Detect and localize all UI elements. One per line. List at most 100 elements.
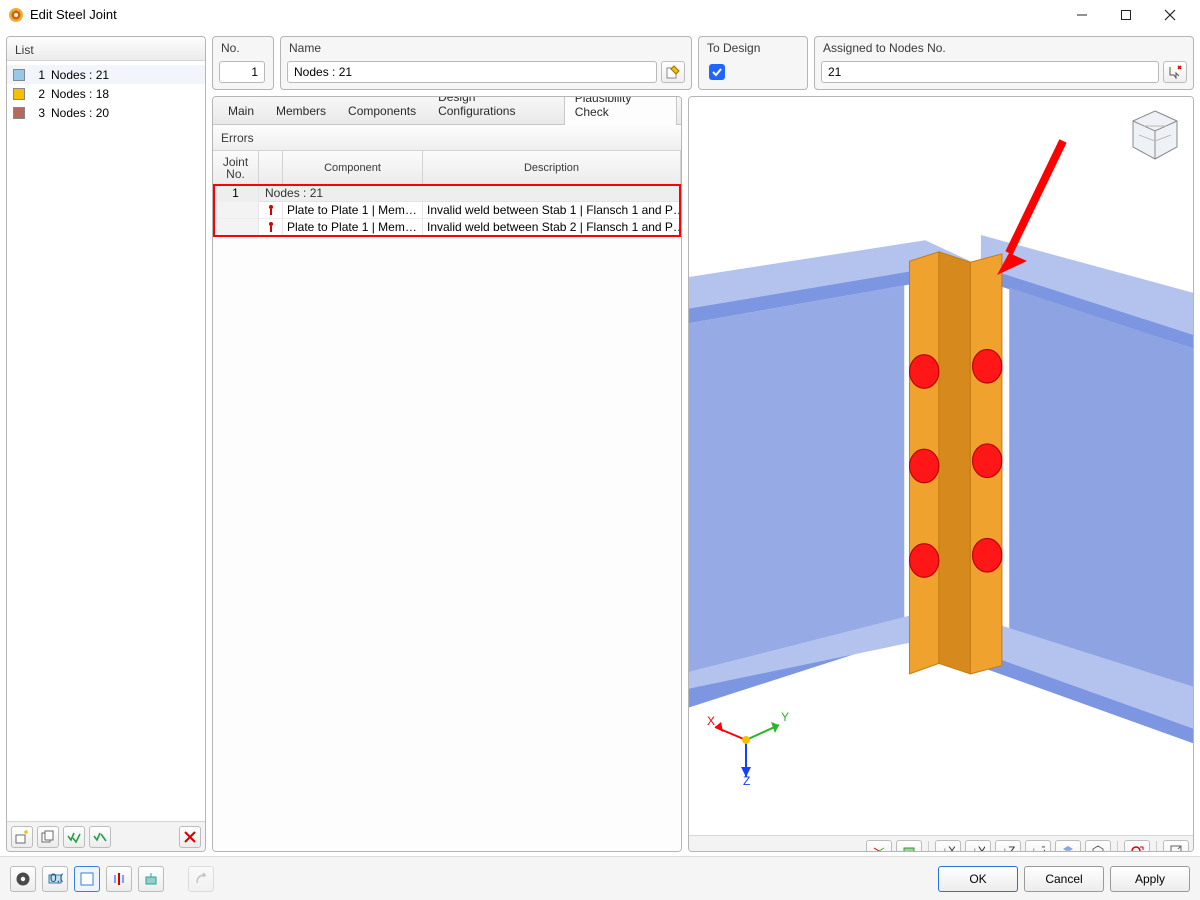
- dialog-footer: 0,00 OK Cancel Apply: [0, 856, 1200, 900]
- view-show-button[interactable]: [896, 840, 922, 852]
- view-y-button[interactable]: ↓Y: [965, 840, 991, 852]
- window-maximize-button[interactable]: [1104, 0, 1148, 30]
- errors-panel: Errors JointNo. Component Description 1: [213, 125, 681, 851]
- svg-text:↓-Z: ↓-Z: [1031, 844, 1045, 852]
- app-icon: [8, 7, 24, 23]
- list-item-num: 3: [31, 106, 45, 120]
- ok-button[interactable]: OK: [938, 866, 1018, 892]
- tab-members[interactable]: Members: [265, 97, 337, 124]
- no-label: No.: [213, 37, 273, 57]
- uncheck-all-button[interactable]: [89, 826, 111, 848]
- copy-joint-button[interactable]: [37, 826, 59, 848]
- view-iso-button[interactable]: [1085, 840, 1111, 852]
- check-all-button[interactable]: [63, 826, 85, 848]
- window-close-button[interactable]: [1148, 0, 1192, 30]
- error-component: Plate to Plate 1 | Mem…: [283, 202, 423, 219]
- list-item-label: Nodes : 18: [51, 87, 109, 101]
- assigned-nodes-group: Assigned to Nodes No.: [814, 36, 1194, 90]
- view-popout-button[interactable]: [1163, 840, 1189, 852]
- list-toolbar: [7, 821, 205, 851]
- tab-plausibility-check[interactable]: Plausibility Check: [564, 96, 677, 125]
- group-label: Nodes : 21: [259, 185, 681, 202]
- svg-text:Z: Z: [743, 774, 750, 785]
- pick-nodes-button[interactable]: [1163, 61, 1187, 83]
- error-icon: [259, 202, 283, 219]
- tab-components[interactable]: Components: [337, 97, 427, 124]
- tab-design-configurations[interactable]: Design Configurations: [427, 96, 564, 124]
- view-x-button[interactable]: ↓X: [935, 840, 961, 852]
- list-item-label: Nodes : 20: [51, 106, 109, 120]
- svg-text:↓Y: ↓Y: [972, 844, 985, 852]
- new-joint-button[interactable]: [11, 826, 33, 848]
- svg-text:Y: Y: [781, 710, 789, 724]
- tab-main[interactable]: Main: [217, 97, 265, 124]
- error-row[interactable]: Plate to Plate 1 | Mem… Invalid weld bet…: [213, 219, 681, 236]
- window-minimize-button[interactable]: [1060, 0, 1104, 30]
- viewport-panel: X Y Z ↓X ↓Y ↓Z ↓-Z: [688, 96, 1194, 852]
- navigation-cube[interactable]: [1127, 107, 1183, 163]
- title-bar: Edit Steel Joint: [0, 0, 1200, 30]
- no-input[interactable]: [219, 61, 265, 83]
- col-component: Component: [283, 151, 423, 184]
- help-button[interactable]: [10, 866, 36, 892]
- name-field-group: Name: [280, 36, 692, 90]
- viewport-3d[interactable]: X Y Z: [689, 97, 1193, 835]
- col-joint-no: JointNo.: [213, 151, 259, 184]
- view-layers-button[interactable]: [1055, 840, 1081, 852]
- svg-text:X: X: [707, 714, 715, 728]
- cancel-button[interactable]: Cancel: [1024, 866, 1104, 892]
- window-title: Edit Steel Joint: [30, 7, 1060, 22]
- error-description: Invalid weld between Stab 2 | Flansch 1 …: [423, 219, 681, 236]
- list-item[interactable]: 2 Nodes : 18: [7, 84, 205, 103]
- list-panel-header: List: [7, 37, 205, 61]
- list-item[interactable]: 1 Nodes : 21: [7, 65, 205, 84]
- assigned-nodes-input[interactable]: [821, 61, 1159, 83]
- calculate-button: [188, 866, 214, 892]
- display-mode-2-button[interactable]: [106, 866, 132, 892]
- units-button[interactable]: 0,00: [42, 866, 68, 892]
- to-design-checkbox[interactable]: [709, 64, 725, 80]
- view-reset-button[interactable]: [1124, 840, 1150, 852]
- error-component: Plate to Plate 1 | Mem…: [283, 219, 423, 236]
- apply-button[interactable]: Apply: [1110, 866, 1190, 892]
- list-item[interactable]: 3 Nodes : 20: [7, 103, 205, 122]
- svg-text:0,00: 0,00: [50, 871, 63, 885]
- col-description: Description: [423, 151, 681, 184]
- annotation-arrow: [993, 133, 1073, 283]
- view-axes-button[interactable]: [866, 840, 892, 852]
- color-swatch: [13, 69, 25, 81]
- assigned-nodes-label: Assigned to Nodes No.: [815, 37, 1193, 57]
- svg-text:↓X: ↓X: [942, 844, 955, 852]
- display-mode-1-button[interactable]: [74, 866, 100, 892]
- list-item-num: 1: [31, 68, 45, 82]
- to-design-group: To Design: [698, 36, 808, 90]
- name-input[interactable]: [287, 61, 657, 83]
- errors-table-header: JointNo. Component Description: [213, 151, 681, 185]
- col-icon: [259, 151, 283, 184]
- view-z-button[interactable]: ↓Z: [995, 840, 1021, 852]
- display-mode-3-button[interactable]: [138, 866, 164, 892]
- list-item-num: 2: [31, 87, 45, 101]
- error-group-row[interactable]: 1 Nodes : 21: [213, 185, 681, 202]
- error-row[interactable]: Plate to Plate 1 | Mem… Invalid weld bet…: [213, 202, 681, 219]
- list-item-label: Nodes : 21: [51, 68, 109, 82]
- color-swatch: [13, 107, 25, 119]
- list-panel: List 1 Nodes : 21 2 Nodes : 18 3 Nodes :…: [6, 36, 206, 852]
- axis-triad: X Y Z: [701, 695, 791, 785]
- svg-text:↓Z: ↓Z: [1002, 844, 1015, 852]
- error-description: Invalid weld between Stab 1 | Flansch 1 …: [423, 202, 681, 219]
- tab-bar: Main Members Components Design Configura…: [213, 97, 681, 125]
- view-negz-button[interactable]: ↓-Z: [1025, 840, 1051, 852]
- errors-table: JointNo. Component Description 1 Nodes :…: [213, 151, 681, 851]
- edit-name-button[interactable]: [661, 61, 685, 83]
- joint-list: 1 Nodes : 21 2 Nodes : 18 3 Nodes : 20: [7, 61, 205, 821]
- error-icon: [259, 219, 283, 236]
- color-swatch: [13, 88, 25, 100]
- delete-joint-button[interactable]: [179, 826, 201, 848]
- name-label: Name: [281, 37, 691, 57]
- viewport-toolbar: ↓X ↓Y ↓Z ↓-Z: [689, 835, 1193, 852]
- errors-header: Errors: [213, 125, 681, 151]
- group-joint-no: 1: [213, 185, 259, 202]
- to-design-label: To Design: [699, 37, 807, 57]
- no-field-group: No.: [212, 36, 274, 90]
